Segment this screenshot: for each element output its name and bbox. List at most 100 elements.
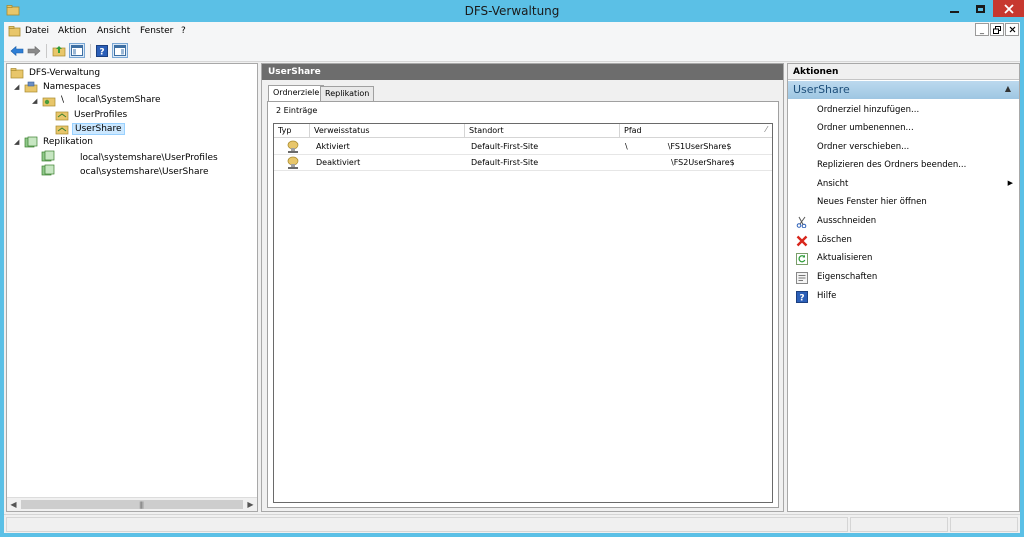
- tree-item-replication-group-userprofiles[interactable]: local\systemshare\UserProfiles: [41, 148, 220, 163]
- restore-icon: [993, 25, 1001, 34]
- action-move-folder[interactable]: Ordner verschieben...: [788, 140, 1019, 156]
- cell-standort: Default-First-Site: [471, 142, 539, 151]
- status-field-main: [6, 517, 848, 532]
- redacted-server-name: \: [61, 95, 77, 106]
- tree-horizontal-scrollbar[interactable]: ◀ ||| ▶: [7, 497, 257, 511]
- child-restore-button[interactable]: [990, 23, 1004, 36]
- help-button[interactable]: ?: [94, 43, 110, 58]
- expanded-triangle-icon[interactable]: ◢: [14, 83, 22, 91]
- svg-text:?: ?: [799, 293, 804, 303]
- window-client-area: Datei Aktion Ansicht Fenster ? _ ? DFS-V…: [4, 22, 1020, 533]
- action-refresh[interactable]: Aktualisieren: [788, 251, 1019, 267]
- cell-pfad: \ \FS1UserShare$: [625, 142, 732, 153]
- action-label: Hilfe: [817, 291, 837, 301]
- close-button[interactable]: [993, 0, 1024, 17]
- action-stop-replication[interactable]: Replizieren des Ordners beenden...: [788, 158, 1019, 174]
- tree-item-label: ocal\systemshare\UserShare: [58, 162, 211, 177]
- action-properties[interactable]: Eigenschaften: [788, 270, 1019, 286]
- action-label: Ordner umbenennen...: [817, 123, 914, 133]
- tab-replikation[interactable]: Replikation: [320, 86, 375, 101]
- tree-item-dfs-verwaltung[interactable]: DFS-Verwaltung: [10, 66, 102, 79]
- namespace-icon: [42, 97, 56, 106]
- back-button[interactable]: [9, 43, 25, 58]
- menu-ansicht[interactable]: Ansicht: [97, 26, 130, 36]
- window-title: DFS-Verwaltung: [464, 4, 560, 18]
- action-label: Ordner verschieben...: [817, 142, 910, 152]
- tree-item-userprofiles[interactable]: UserProfiles: [55, 108, 129, 121]
- menu-help[interactable]: ?: [181, 26, 186, 36]
- refresh-icon: [795, 252, 808, 265]
- dfs-folder-icon: [55, 111, 69, 120]
- forward-button[interactable]: [26, 43, 42, 58]
- namespaces-icon: [24, 81, 38, 92]
- action-rename-folder[interactable]: Ordner umbenennen...: [788, 121, 1019, 137]
- action-add-folder-target[interactable]: Ordnerziel hinzufügen...: [788, 103, 1019, 119]
- column-header-verweisstatus[interactable]: Verweisstatus: [310, 124, 465, 138]
- status-field: [950, 517, 1018, 532]
- replication-group-icon: [41, 150, 55, 161]
- tree-item-label: local\systemshare\UserProfiles: [58, 148, 220, 163]
- action-label: Eigenschaften: [817, 272, 878, 282]
- console-tree: DFS-Verwaltung ◢ Namespaces ◢ \ local\Sys…: [6, 63, 258, 512]
- action-view[interactable]: Ansicht ▶: [788, 177, 1019, 193]
- column-header-standort[interactable]: Standort: [465, 124, 620, 138]
- help-icon: ?: [795, 290, 808, 303]
- menu-datei[interactable]: Datei: [25, 26, 49, 36]
- cell-standort: Default-First-Site: [471, 158, 539, 167]
- sort-indicator-icon: ⁄: [765, 125, 767, 134]
- action-label: Aktualisieren: [817, 253, 873, 263]
- tree-item-replikation[interactable]: ◢ Replikation: [14, 135, 95, 148]
- tree-item-namespaces[interactable]: ◢ Namespaces: [14, 80, 103, 93]
- action-label: Ausschneiden: [817, 216, 877, 226]
- console-tree-icon: [71, 45, 83, 56]
- grip-icon: |||: [139, 501, 144, 509]
- child-minimize-button[interactable]: _: [975, 23, 989, 36]
- folder-target-enabled-icon: [287, 140, 299, 153]
- scroll-right-icon[interactable]: ▶: [244, 498, 257, 511]
- tree-item-usershare[interactable]: UserShare: [55, 122, 125, 135]
- column-header-label: Pfad: [624, 126, 642, 135]
- toolbar-separator: [90, 44, 91, 58]
- collapse-triangle-icon[interactable]: ▲: [1005, 84, 1011, 93]
- action-label: Löschen: [817, 235, 852, 245]
- redacted-server-name: [60, 148, 80, 160]
- close-icon: [1003, 3, 1014, 14]
- show-hide-console-tree-button[interactable]: [69, 43, 85, 58]
- expanded-triangle-icon[interactable]: ◢: [32, 97, 40, 105]
- column-header-typ[interactable]: Typ: [274, 124, 310, 138]
- up-one-level-button[interactable]: [51, 43, 67, 58]
- mmc-document-icon: [8, 26, 21, 37]
- tree-item-label: UserProfiles: [74, 109, 128, 120]
- action-help[interactable]: ? Hilfe: [788, 289, 1019, 305]
- cell-verweisstatus: Deaktiviert: [316, 158, 361, 167]
- action-cut[interactable]: Ausschneiden: [788, 214, 1019, 230]
- action-new-window[interactable]: Neues Fenster hier öffnen: [788, 195, 1019, 211]
- properties-icon: [795, 271, 808, 284]
- tree-item-namespace[interactable]: ◢ \ local\SystemShare: [32, 94, 163, 107]
- table-row[interactable]: Aktiviert Default-First-Site \ \FS1UserSh…: [274, 139, 772, 155]
- actions-pane: Aktionen UserShare ▲ Ordnerziel hinzufüg…: [787, 63, 1020, 512]
- table-row[interactable]: Deaktiviert Default-First-Site \FS2UserS…: [274, 155, 772, 171]
- minimize-button[interactable]: [941, 0, 967, 17]
- tab-ordnerziele[interactable]: Ordnerziele: [268, 85, 325, 101]
- child-close-button[interactable]: [1005, 23, 1019, 36]
- menu-aktion[interactable]: Aktion: [58, 26, 87, 36]
- scrollbar-thumb[interactable]: |||: [21, 500, 243, 509]
- scroll-left-icon[interactable]: ◀: [7, 498, 20, 511]
- tree-item-label: Namespaces: [43, 81, 101, 92]
- redacted-server-name: [60, 162, 80, 174]
- column-header-pfad[interactable]: Pfad ⁄: [620, 124, 772, 138]
- maximize-button[interactable]: [967, 0, 993, 17]
- results-pane-header: UserShare: [262, 64, 783, 80]
- action-label: Neues Fenster hier öffnen: [817, 197, 927, 207]
- show-hide-action-pane-button[interactable]: [112, 43, 128, 58]
- tree-item-label: DFS-Verwaltung: [29, 67, 101, 78]
- svg-text:?: ?: [99, 47, 104, 57]
- expanded-triangle-icon[interactable]: ◢: [14, 138, 22, 146]
- tree-item-label: Replikation: [43, 136, 93, 147]
- toolbar: ?: [4, 40, 1020, 62]
- actions-section-header[interactable]: UserShare ▲: [788, 81, 1019, 99]
- menu-fenster[interactable]: Fenster: [140, 26, 173, 36]
- tree-item-replication-group-usershare[interactable]: ocal\systemshare\UserShare: [41, 162, 211, 177]
- action-delete[interactable]: Löschen: [788, 233, 1019, 249]
